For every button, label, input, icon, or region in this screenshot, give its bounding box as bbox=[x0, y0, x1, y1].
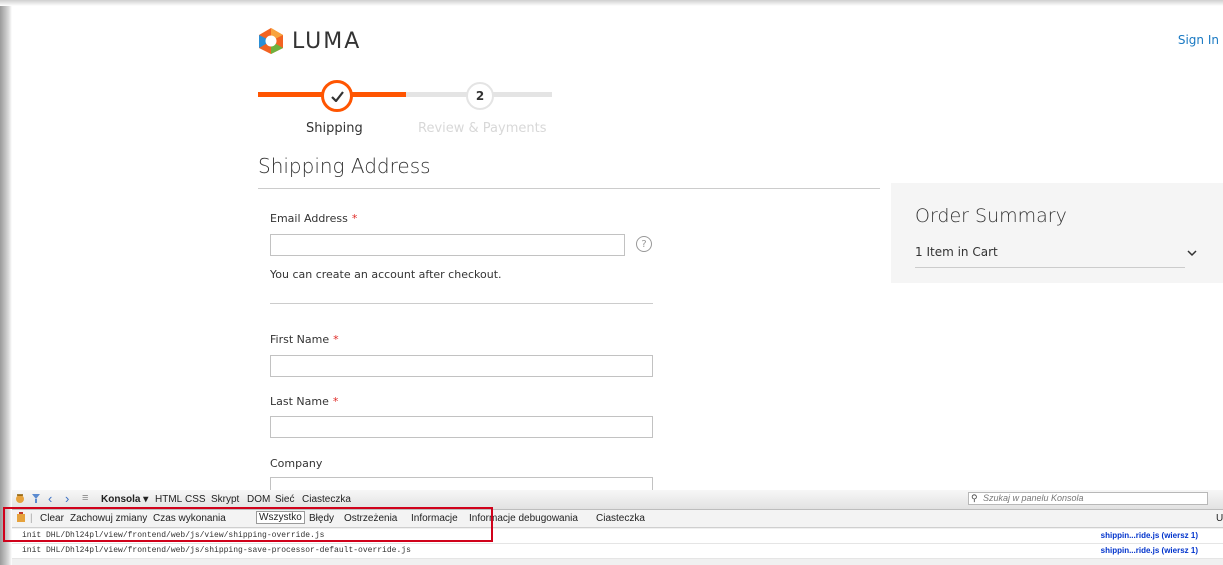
search-icon: ⚲ bbox=[971, 493, 978, 503]
email-input[interactable] bbox=[270, 234, 625, 256]
chevron-down-icon[interactable] bbox=[1187, 247, 1197, 260]
items-in-cart-toggle[interactable]: 1 Item in Cart bbox=[915, 245, 998, 259]
command-line-icon[interactable]: ≡ bbox=[82, 492, 88, 504]
tab-ciasteczka[interactable]: Ciasteczka bbox=[302, 494, 351, 505]
persist-button[interactable]: Zachowuj zmiany bbox=[70, 513, 147, 524]
filter-debug[interactable]: Informacje debugowania bbox=[469, 513, 578, 524]
filter-warnings[interactable]: Ostrzeżenia bbox=[344, 513, 397, 524]
forward-arrow-icon[interactable]: › bbox=[65, 491, 69, 506]
tab-siec[interactable]: Sieć bbox=[275, 494, 294, 505]
console-log-row[interactable]: init DHL/Dhl24pl/view/frontend/web/js/vi… bbox=[12, 529, 1223, 544]
first-name-label: First Name * bbox=[270, 333, 339, 346]
step-review-circle[interactable]: 2 bbox=[466, 82, 494, 110]
tab-konsola[interactable]: Konsola ▾ bbox=[101, 494, 148, 505]
console-search-input[interactable]: ⚲ Szukaj w panelu Konsola bbox=[968, 492, 1208, 505]
devtools-toolbar: ‹ › ≡ Konsola ▾ HTML CSS Skrypt DOM Sieć… bbox=[12, 490, 1223, 510]
tab-dom[interactable]: DOM bbox=[247, 494, 270, 505]
email-label: Email Address * bbox=[270, 212, 357, 225]
console-filter-bar: | Clear Zachowuj zmiany Czas wykonania W… bbox=[12, 510, 1223, 528]
luma-logo-icon bbox=[259, 28, 283, 54]
clear-button[interactable]: Clear bbox=[40, 513, 64, 524]
section-divider bbox=[258, 188, 880, 189]
tab-html[interactable]: HTML bbox=[155, 494, 182, 505]
filter-errors[interactable]: Błędy bbox=[309, 513, 334, 524]
sign-in-link[interactable]: Sign In bbox=[1178, 33, 1219, 47]
log-source-link[interactable]: shippin...ride.js (wiersz 1) bbox=[1101, 546, 1198, 555]
company-label: Company bbox=[270, 457, 323, 470]
help-tooltip-icon[interactable]: ? bbox=[636, 236, 652, 252]
first-name-input[interactable] bbox=[270, 355, 653, 377]
filter-info[interactable]: Informacje bbox=[411, 513, 458, 524]
clear-console-icon[interactable] bbox=[16, 512, 26, 526]
log-message: init DHL/Dhl24pl/view/frontend/web/js/sh… bbox=[22, 546, 411, 555]
step-shipping-label[interactable]: Shipping bbox=[306, 121, 363, 136]
email-label-text: Email Address bbox=[270, 212, 348, 225]
tab-css[interactable]: CSS bbox=[185, 494, 206, 505]
last-name-label-text: Last Name bbox=[270, 395, 329, 408]
filter-cookies[interactable]: Ciasteczka bbox=[596, 513, 645, 524]
screenshot-shadow-left bbox=[0, 0, 12, 565]
first-name-label-text: First Name bbox=[270, 333, 330, 346]
step-shipping-circle[interactable] bbox=[321, 80, 353, 112]
required-asterisk: * bbox=[333, 333, 339, 346]
tab-skrypt[interactable]: Skrypt bbox=[211, 494, 239, 505]
account-note: You can create an account after checkout… bbox=[270, 268, 502, 281]
store-logo[interactable]: LUMA bbox=[258, 27, 361, 55]
checkmark-icon bbox=[330, 90, 344, 102]
order-summary-title: Order Summary bbox=[915, 205, 1067, 227]
required-asterisk: * bbox=[351, 212, 358, 225]
back-arrow-icon[interactable]: ‹ bbox=[48, 491, 52, 506]
filter-bar-edge-label: U bbox=[1216, 513, 1223, 524]
order-summary-panel: Order Summary 1 Item in Cart bbox=[891, 183, 1223, 283]
form-divider bbox=[270, 303, 653, 304]
last-name-label: Last Name * bbox=[270, 395, 338, 408]
log-message: init DHL/Dhl24pl/view/frontend/web/js/vi… bbox=[22, 531, 325, 540]
console-search-placeholder: Szukaj w panelu Konsola bbox=[983, 493, 1084, 503]
shipping-address-title: Shipping Address bbox=[258, 154, 431, 178]
logo-text: LUMA bbox=[292, 28, 362, 54]
last-name-input[interactable] bbox=[270, 416, 653, 438]
profile-button[interactable]: Czas wykonania bbox=[153, 513, 226, 524]
inspect-icon[interactable] bbox=[30, 492, 42, 507]
firebug-icon[interactable] bbox=[14, 492, 26, 507]
console-log-row[interactable]: init DHL/Dhl24pl/view/frontend/web/js/sh… bbox=[12, 544, 1223, 559]
filter-all[interactable]: Wszystko bbox=[256, 511, 305, 524]
required-asterisk: * bbox=[332, 395, 339, 408]
log-source-link[interactable]: shippin...ride.js (wiersz 1) bbox=[1101, 531, 1198, 540]
step-review-label[interactable]: Review & Payments bbox=[418, 121, 546, 136]
toolbar-separator: | bbox=[30, 513, 33, 524]
summary-divider bbox=[915, 267, 1185, 268]
screenshot-shadow-top bbox=[0, 0, 1223, 6]
devtools-panel: ‹ › ≡ Konsola ▾ HTML CSS Skrypt DOM Sieć… bbox=[12, 490, 1223, 565]
